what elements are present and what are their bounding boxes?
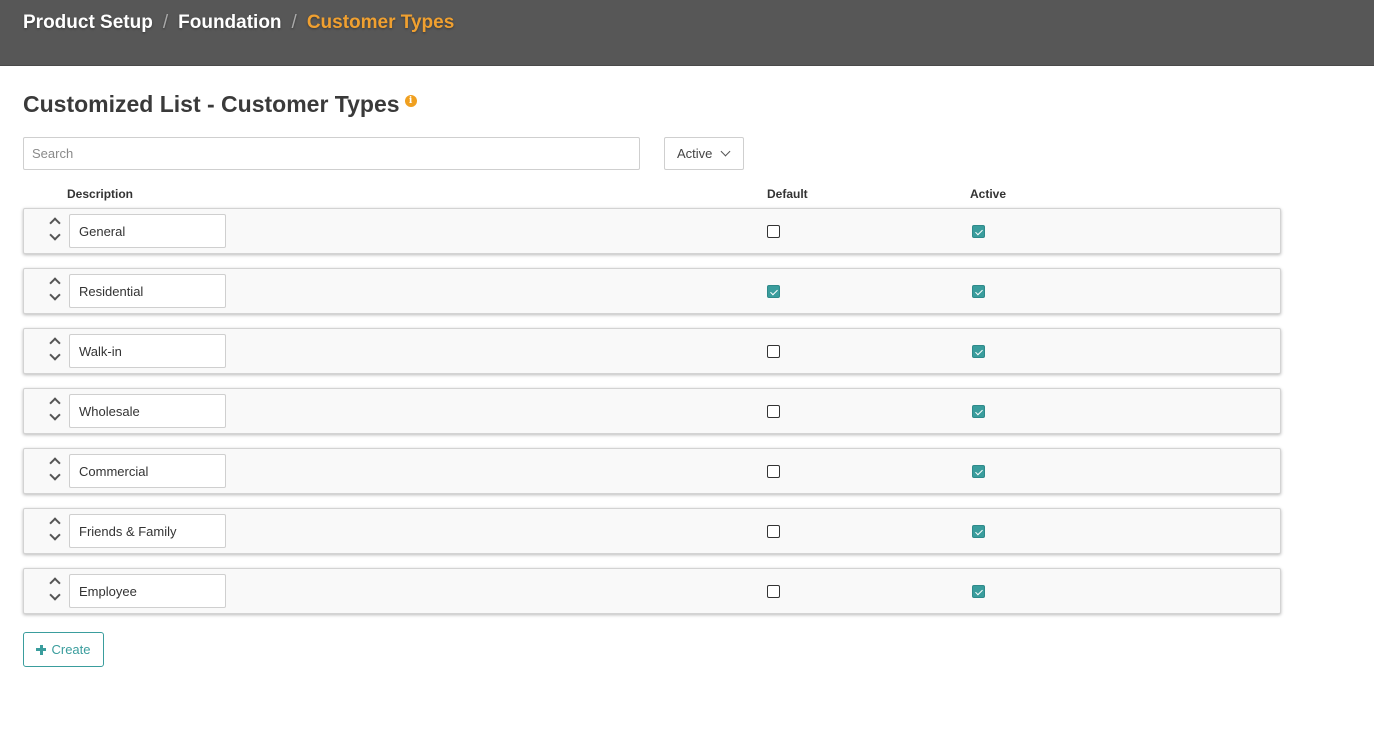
- chevron-up-icon[interactable]: [49, 577, 61, 589]
- breadcrumb-product-setup[interactable]: Product Setup: [23, 12, 153, 34]
- description-input[interactable]: [69, 574, 226, 608]
- chevron-down-icon[interactable]: [49, 349, 61, 361]
- chevron-down-icon[interactable]: [49, 289, 61, 301]
- status-filter-value: Active: [677, 146, 713, 161]
- chevron-down-icon[interactable]: [49, 529, 61, 541]
- reorder-handle[interactable]: [48, 575, 62, 607]
- default-checkbox[interactable]: [767, 285, 780, 298]
- breadcrumb-customer-types: Customer Types: [306, 12, 455, 33]
- reorder-handle[interactable]: [48, 275, 62, 307]
- default-checkbox[interactable]: [767, 405, 780, 418]
- reorder-handle[interactable]: [48, 515, 62, 547]
- page-title-container: Customized List - Customer Types i: [23, 91, 417, 118]
- breadcrumb-separator: /: [291, 12, 297, 33]
- status-filter-select[interactable]: Active: [664, 137, 744, 170]
- active-checkbox[interactable]: [972, 345, 985, 358]
- column-header-active: Active: [970, 187, 1007, 201]
- chevron-down-icon: [720, 146, 731, 157]
- chevron-down-icon[interactable]: [49, 469, 61, 481]
- description-input[interactable]: [69, 214, 226, 248]
- chevron-up-icon[interactable]: [49, 277, 61, 289]
- description-input[interactable]: [69, 274, 226, 308]
- active-checkbox[interactable]: [972, 465, 985, 478]
- reorder-handle[interactable]: [48, 455, 62, 487]
- table-row: [23, 388, 1281, 434]
- reorder-handle[interactable]: [48, 335, 62, 367]
- breadcrumb-separator: /: [162, 12, 169, 33]
- chevron-down-icon[interactable]: [49, 229, 61, 241]
- search-input[interactable]: [23, 137, 640, 170]
- reorder-handle[interactable]: [48, 215, 62, 247]
- description-input[interactable]: [69, 514, 226, 548]
- default-checkbox[interactable]: [767, 465, 780, 478]
- active-checkbox[interactable]: [972, 285, 985, 298]
- default-checkbox[interactable]: [767, 345, 780, 358]
- default-checkbox[interactable]: [767, 225, 780, 238]
- chevron-down-icon[interactable]: [49, 409, 61, 421]
- chevron-up-icon[interactable]: [49, 457, 61, 469]
- table-row: [23, 568, 1281, 614]
- description-input[interactable]: [69, 394, 226, 428]
- breadcrumb: Product Setup / Foundation / Customer Ty…: [23, 12, 454, 34]
- chevron-down-icon[interactable]: [49, 589, 61, 601]
- chevron-up-icon[interactable]: [49, 337, 61, 349]
- plus-icon: [36, 644, 47, 655]
- breadcrumb-foundation[interactable]: Foundation: [178, 12, 281, 34]
- active-checkbox[interactable]: [972, 525, 985, 538]
- info-icon[interactable]: i: [404, 95, 417, 107]
- create-button-label: Create: [51, 642, 91, 657]
- chevron-up-icon[interactable]: [49, 517, 61, 529]
- description-input[interactable]: [69, 334, 226, 368]
- table-row: [23, 268, 1281, 314]
- column-header-description: Description: [67, 187, 134, 201]
- create-button[interactable]: Create: [23, 632, 104, 667]
- default-checkbox[interactable]: [767, 585, 780, 598]
- default-checkbox[interactable]: [767, 525, 780, 538]
- active-checkbox[interactable]: [972, 585, 985, 598]
- column-header-default: Default: [767, 187, 808, 201]
- table-row: [23, 328, 1281, 374]
- page-title: Customized List - Customer Types: [23, 91, 400, 117]
- reorder-handle[interactable]: [48, 395, 62, 427]
- table-row: [23, 208, 1281, 254]
- top-header-bar: Product Setup / Foundation / Customer Ty…: [0, 0, 1374, 66]
- active-checkbox[interactable]: [972, 225, 985, 238]
- table-row: [23, 508, 1281, 554]
- table-row: [23, 448, 1281, 494]
- description-input[interactable]: [69, 454, 226, 488]
- chevron-up-icon[interactable]: [49, 397, 61, 409]
- chevron-up-icon[interactable]: [49, 217, 61, 229]
- active-checkbox[interactable]: [972, 405, 985, 418]
